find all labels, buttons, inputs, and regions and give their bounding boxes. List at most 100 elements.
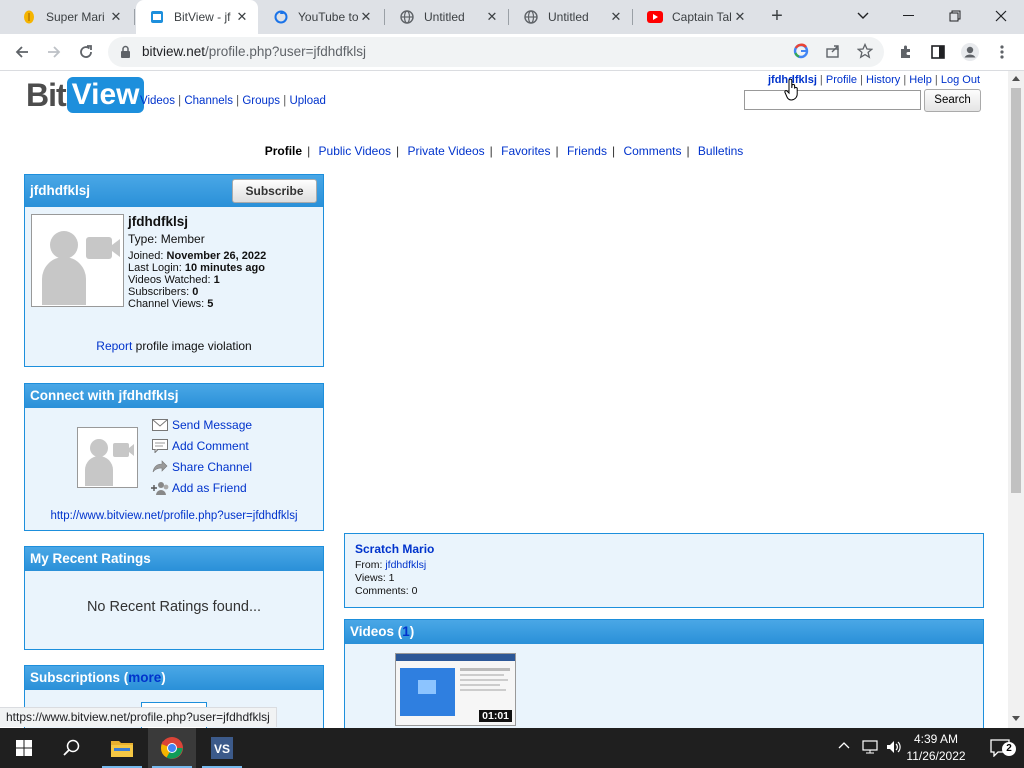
tab-title: BitView - jf xyxy=(174,10,231,24)
clock-time: 4:39 AM xyxy=(913,732,959,746)
profile-stats: Joined: November 26, 2022 Last Login: 10… xyxy=(128,250,267,310)
tab-untitled-2[interactable]: Untitled ✕ xyxy=(510,0,632,34)
close-icon[interactable]: ✕ xyxy=(608,9,624,25)
menu-kebab-icon[interactable] xyxy=(988,38,1016,66)
logo-bit: Bit xyxy=(26,76,67,113)
tab-search-icon[interactable] xyxy=(840,0,886,32)
subnav-comments[interactable]: Comments xyxy=(623,144,681,158)
subnav-private-videos[interactable]: Private Videos xyxy=(408,144,485,158)
restore-button[interactable] xyxy=(932,0,978,32)
main-nav: Videos | Channels | Groups | Upload xyxy=(140,95,326,107)
scroll-up-icon[interactable] xyxy=(1012,75,1020,81)
featured-video-author[interactable]: jfdhdfklsj xyxy=(385,559,426,571)
tab-captain[interactable]: Captain Tal ✕ xyxy=(634,0,756,34)
subscribe-button[interactable]: Subscribe xyxy=(232,179,317,203)
close-window-button[interactable] xyxy=(978,0,1024,32)
close-icon[interactable]: ✕ xyxy=(484,9,500,25)
minimize-button[interactable] xyxy=(886,0,932,32)
google-icon[interactable] xyxy=(793,43,809,64)
action-center-button[interactable]: 2 xyxy=(976,728,1024,768)
subnav-bulletins[interactable]: Bulletins xyxy=(698,144,743,158)
profile-subnav: Profile | Public Videos | Private Videos | … xyxy=(264,144,744,158)
side-panel-icon[interactable] xyxy=(924,38,952,66)
close-icon[interactable]: ✕ xyxy=(108,9,124,25)
send-message-action[interactable]: Send Message xyxy=(151,418,252,432)
channel-url-link[interactable]: http://www.bitview.net/profile.php?user=… xyxy=(50,510,297,522)
folder-icon xyxy=(111,741,133,757)
close-icon[interactable]: ✕ xyxy=(732,9,748,25)
tab-untitled-1[interactable]: Untitled ✕ xyxy=(386,0,508,34)
videos-count-link[interactable]: 1 xyxy=(402,624,410,639)
nav-videos[interactable]: Videos xyxy=(140,95,175,107)
add-friend-action[interactable]: Add as Friend xyxy=(151,481,247,495)
profile-avatar-icon[interactable] xyxy=(956,38,984,66)
report-link[interactable]: Report xyxy=(96,339,132,353)
subscriptions-box-header: Subscriptions (more) xyxy=(25,666,323,690)
connect-box-header: Connect with jfdhdfklsj xyxy=(25,384,323,408)
taskbar-search-button[interactable] xyxy=(48,728,96,768)
video-duration: 01:01 xyxy=(479,710,512,722)
lock-icon xyxy=(120,45,131,63)
nav-groups[interactable]: Groups xyxy=(242,95,280,107)
report-line: Report profile image violation xyxy=(96,339,252,353)
subnav-public-videos[interactable]: Public Videos xyxy=(319,144,392,158)
taskbar-visual-studio[interactable]: VS xyxy=(198,728,246,768)
bookmark-star-icon[interactable] xyxy=(856,42,874,64)
tab-bitview[interactable]: BitView - jf ✕ xyxy=(136,0,258,34)
forward-button[interactable] xyxy=(40,38,68,66)
coin-icon xyxy=(21,9,37,25)
subnav-friends[interactable]: Friends xyxy=(567,144,607,158)
windows-logo-icon xyxy=(16,740,32,756)
subscriptions-more-link[interactable]: more xyxy=(128,670,161,685)
scroll-down-icon[interactable] xyxy=(1012,716,1020,722)
search-button[interactable]: Search xyxy=(924,89,981,112)
profile-avatar xyxy=(31,214,124,307)
channel-url-line: http://www.bitview.net/profile.php?user=… xyxy=(25,510,323,522)
chrome-icon xyxy=(161,737,183,759)
network-icon[interactable] xyxy=(862,740,880,757)
link-status-bar: https://www.bitview.net/profile.php?user… xyxy=(0,707,277,727)
featured-video-title[interactable]: Scratch Mario xyxy=(355,542,434,556)
video-thumbnail[interactable]: 01:01 xyxy=(395,653,516,726)
help-link[interactable]: Help xyxy=(909,74,932,86)
tab-super-mario[interactable]: Super Mari ✕ xyxy=(8,0,132,34)
close-icon[interactable]: ✕ xyxy=(234,9,250,25)
tab-title: Untitled xyxy=(424,10,465,24)
profile-link[interactable]: Profile xyxy=(826,74,857,86)
taskbar-clock[interactable]: 4:39 AM 11/26/2022 xyxy=(896,731,976,765)
connect-box: Connect with jfdhdfklsj Send Message Add… xyxy=(24,383,324,531)
search-input[interactable] xyxy=(744,90,921,110)
address-bar[interactable]: bitview.net/profile.php?user=jfdhdfklsj xyxy=(108,37,884,67)
nav-upload[interactable]: Upload xyxy=(289,95,325,107)
taskbar-file-explorer[interactable] xyxy=(98,728,146,768)
profile-header-name: jfdhdfklsj xyxy=(30,183,90,198)
close-icon[interactable]: ✕ xyxy=(358,9,374,25)
tray-expand-icon[interactable] xyxy=(838,740,850,755)
svg-text:VS: VS xyxy=(214,742,230,756)
extensions-icon[interactable] xyxy=(892,38,920,66)
nav-channels[interactable]: Channels xyxy=(184,95,233,107)
tab-youtube-to[interactable]: YouTube to ✕ xyxy=(260,0,382,34)
start-button[interactable] xyxy=(0,728,48,768)
profile-type: Type: Member xyxy=(128,232,205,246)
reload-button[interactable] xyxy=(72,38,100,66)
subnav-profile[interactable]: Profile xyxy=(265,144,302,158)
page-viewport: Bit View Videos | Channels | Groups | Up… xyxy=(0,71,1008,728)
windows-taskbar: VS 4:39 AM 11/26/2022 2 xyxy=(0,728,1024,768)
taskbar-chrome[interactable] xyxy=(148,728,196,768)
history-link[interactable]: History xyxy=(866,74,900,86)
logout-link[interactable]: Log Out xyxy=(941,74,980,86)
bitview-logo[interactable]: Bit View xyxy=(26,76,145,113)
share-arrow-icon xyxy=(151,460,169,474)
subnav-favorites[interactable]: Favorites xyxy=(501,144,550,158)
back-button[interactable] xyxy=(8,38,36,66)
ratings-box-header: My Recent Ratings xyxy=(25,547,323,571)
vertical-scrollbar[interactable] xyxy=(1008,71,1024,728)
new-tab-button[interactable]: + xyxy=(764,4,790,30)
visual-studio-icon: VS xyxy=(211,737,233,759)
scrollbar-thumb[interactable] xyxy=(1011,88,1021,493)
share-channel-action[interactable]: Share Channel xyxy=(151,460,252,474)
add-comment-action[interactable]: Add Comment xyxy=(151,439,249,453)
featured-video-info: Scratch Mario From: jfdhdfklsj Views: 1 … xyxy=(344,533,984,608)
share-icon[interactable] xyxy=(825,43,841,64)
